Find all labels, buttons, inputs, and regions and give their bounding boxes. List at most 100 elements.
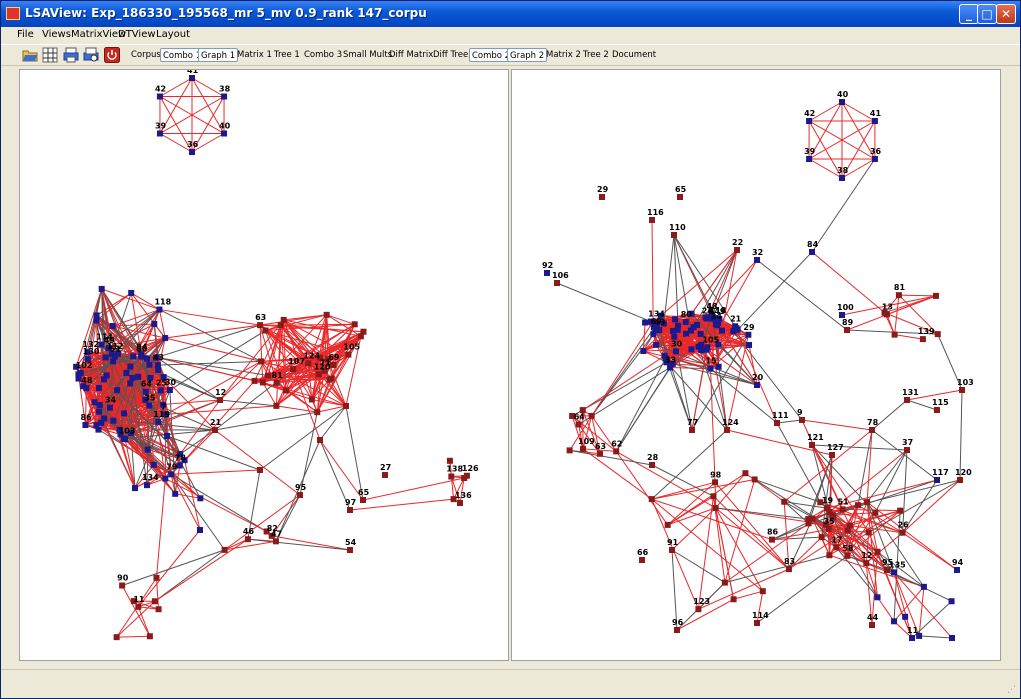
graph-2-node[interactable]: [742, 470, 749, 477]
graph-1-node[interactable]: [297, 492, 303, 498]
graph-1-node[interactable]: [456, 500, 463, 507]
graph-1-node[interactable]: [162, 335, 169, 342]
graph-2-node[interactable]: [844, 527, 851, 534]
graph-2-node[interactable]: [704, 344, 711, 351]
graph-2-node[interactable]: [871, 156, 878, 162]
graph-2-node[interactable]: [689, 427, 695, 433]
graph-2-node[interactable]: [667, 364, 674, 371]
graph-1-node[interactable]: [127, 363, 134, 370]
graph-1-node[interactable]: [106, 404, 113, 411]
graph-2-node[interactable]: [768, 536, 775, 543]
graph-2-node[interactable]: [919, 336, 926, 343]
graph-2-node[interactable]: [554, 280, 560, 286]
graph-2-node[interactable]: [846, 522, 853, 529]
graph-2-node[interactable]: [806, 156, 813, 162]
graph-1-node[interactable]: [189, 75, 195, 81]
graph-2-node[interactable]: [672, 316, 679, 323]
graph-1-node[interactable]: [128, 289, 135, 296]
graph-2-panel[interactable]: 40 41 36 38 39 42 34 15 30 48 43 24 69 8 21 49 33 29 105 13…: [511, 69, 1001, 661]
graph-1-node[interactable]: [129, 374, 136, 381]
graph-2-node[interactable]: [669, 547, 675, 553]
graph-2-node[interactable]: [902, 613, 909, 620]
graph-2-node[interactable]: [871, 118, 878, 124]
graph-1-node[interactable]: [127, 380, 134, 387]
graph-1-node[interactable]: [109, 323, 116, 330]
graph-1-node[interactable]: [77, 369, 84, 376]
graph-1-node[interactable]: [96, 408, 103, 415]
tab-matrix-1[interactable]: Matrix 1: [237, 48, 272, 62]
graph-1-node[interactable]: [314, 409, 321, 416]
graph-2-node[interactable]: [805, 516, 812, 523]
graph-1-node[interactable]: [315, 371, 322, 378]
graph-2-node[interactable]: [826, 552, 833, 559]
print-preview-icon[interactable]: [83, 47, 99, 63]
menu-layout[interactable]: Layout: [156, 29, 190, 40]
graph-2-node[interactable]: [839, 99, 845, 105]
graph-1-node[interactable]: [98, 285, 105, 292]
graph-1-node[interactable]: [96, 402, 103, 409]
graph-1-node[interactable]: [265, 372, 272, 379]
graph-1-node[interactable]: [100, 376, 107, 383]
graph-1-node[interactable]: [121, 410, 128, 417]
graph-2-node[interactable]: [746, 341, 753, 348]
graph-1-node[interactable]: [153, 574, 160, 581]
graph-1-node[interactable]: [217, 397, 223, 403]
graph-1-node[interactable]: [155, 606, 162, 613]
graph-2-node[interactable]: [596, 450, 603, 457]
graph-2-node[interactable]: [904, 447, 910, 453]
graph-1-node[interactable]: [101, 415, 108, 422]
graph-1-node[interactable]: [446, 457, 453, 464]
graph-2-node[interactable]: [863, 560, 870, 567]
graph-2-node[interactable]: [932, 292, 939, 299]
graph-2-node[interactable]: [707, 365, 714, 372]
graph-1-node[interactable]: [143, 482, 150, 489]
graph-1-node[interactable]: [257, 322, 264, 329]
graph-2-node[interactable]: [774, 420, 780, 426]
menu-views[interactable]: Views: [42, 29, 71, 40]
graph-2-node[interactable]: [872, 509, 879, 516]
graph-1-node[interactable]: [138, 353, 145, 360]
graph-1-node[interactable]: [155, 418, 162, 425]
graph-1-node[interactable]: [135, 603, 142, 610]
graph-1-node[interactable]: [461, 474, 468, 481]
graph-2-node[interactable]: [891, 569, 898, 576]
graph-2-node[interactable]: [653, 341, 660, 348]
graph-1-node[interactable]: [150, 461, 157, 468]
graph-2-node[interactable]: [899, 529, 906, 536]
graph-2-node[interactable]: [883, 311, 890, 318]
graph-2-node[interactable]: [891, 331, 898, 338]
graph-2-node[interactable]: [799, 417, 805, 423]
graph-1-node[interactable]: [257, 467, 263, 473]
graph-1-node[interactable]: [162, 475, 169, 482]
graph-1-node[interactable]: [91, 399, 98, 406]
tab-diff-tree[interactable]: Diff Tree: [433, 48, 468, 62]
graph-2-node[interactable]: [588, 412, 595, 419]
graph-2-node[interactable]: [703, 315, 710, 322]
graph-2-node[interactable]: [806, 118, 813, 124]
graph-2-node[interactable]: [580, 445, 587, 452]
graph-2-node[interactable]: [712, 479, 719, 486]
graph-2-node[interactable]: [712, 504, 719, 511]
graph-1-node[interactable]: [347, 507, 353, 513]
graph-1-node[interactable]: [272, 538, 279, 545]
graph-2-node[interactable]: [920, 583, 927, 590]
tab-combo-3[interactable]: Combo 3: [304, 48, 342, 62]
graph-2-node[interactable]: [575, 421, 582, 428]
graph-2-node[interactable]: [897, 507, 904, 514]
graph-1-node[interactable]: [151, 321, 158, 328]
graph-2-node[interactable]: [732, 323, 739, 330]
graph-1-node[interactable]: [345, 351, 352, 358]
graph-1-node[interactable]: [130, 353, 137, 360]
graph-1-node[interactable]: [197, 495, 204, 502]
graph-2-node[interactable]: [674, 627, 680, 633]
graph-2-node[interactable]: [809, 249, 815, 255]
graph-1-node[interactable]: [102, 354, 109, 361]
graph-1-node[interactable]: [93, 317, 100, 324]
graph-1-node[interactable]: [382, 472, 388, 478]
graph-1-node[interactable]: [172, 490, 179, 497]
graph-1-node[interactable]: [357, 333, 364, 340]
tab-graph-2[interactable]: Graph 2: [507, 48, 548, 62]
tab-matrix-2[interactable]: Matrix 2: [546, 48, 581, 62]
graph-2-node[interactable]: [865, 529, 872, 536]
graph-2-node[interactable]: [754, 620, 760, 626]
